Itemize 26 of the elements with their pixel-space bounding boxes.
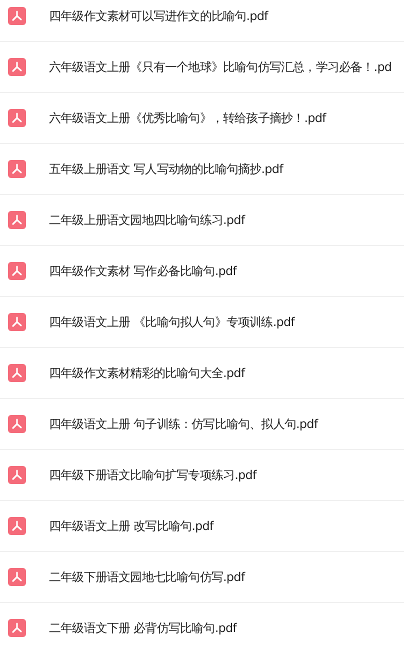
pdf-file-icon <box>8 262 26 280</box>
pdf-file-icon <box>8 568 26 586</box>
file-name[interactable]: 四年级作文素材可以写进作文的比喻句.pdf <box>49 8 268 24</box>
pdf-file-icon <box>8 466 26 484</box>
pdf-file-icon <box>8 517 26 535</box>
pdf-file-icon <box>8 58 26 76</box>
pdf-file-icon <box>8 364 26 382</box>
file-name[interactable]: 四年级语文上册 改写比喻句.pdf <box>49 518 214 534</box>
file-name[interactable]: 二年级语文下册 必背仿写比喻句.pdf <box>49 620 236 636</box>
file-name[interactable]: 二年级上册语文园地四比喻句练习.pdf <box>49 212 245 228</box>
file-name[interactable]: 四年级作文素材精彩的比喻句大全.pdf <box>49 364 245 382</box>
pdf-file-icon <box>8 109 26 127</box>
pdf-file-icon <box>8 415 26 433</box>
pdf-file-icon <box>8 211 26 229</box>
file-name[interactable]: 四年级语文上册 句子训练：仿写比喻句、拟人句.pdf <box>49 416 318 432</box>
pdf-file-icon <box>8 313 26 331</box>
file-name[interactable]: 四年级作文素材 写作必备比喻句.pdf <box>49 262 236 280</box>
file-name[interactable]: 六年级语文上册《优秀比喻句》，转给孩子摘抄！.pdf <box>49 110 326 126</box>
file-name[interactable]: 四年级下册语文比喻句扩写专项练习.pdf <box>49 466 256 484</box>
file-name[interactable]: 五年级上册语文 写人写动物的比喻句摘抄.pdf <box>49 160 283 178</box>
pdf-file-icon <box>8 619 26 637</box>
file-name[interactable]: 二年级下册语文园地七比喻句仿写.pdf <box>49 568 245 586</box>
pdf-file-icon <box>8 160 26 178</box>
file-name[interactable]: 四年级语文上册 《比喻句拟人句》专项训练.pdf <box>49 314 294 330</box>
pdf-file-icon <box>8 7 26 25</box>
file-name[interactable]: 六年级语文上册《只有一个地球》比喻句仿写汇总，学习必备！.pd <box>49 58 392 76</box>
